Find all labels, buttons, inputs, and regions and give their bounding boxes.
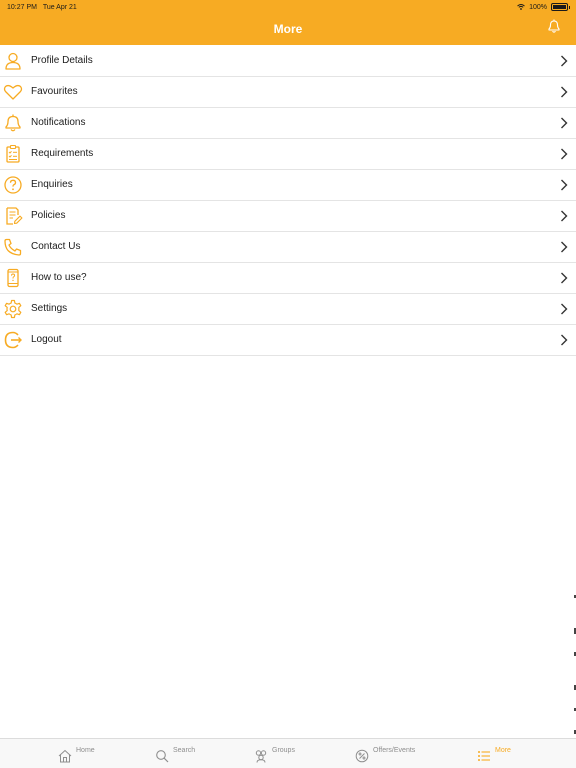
tab-more[interactable]: More [477, 739, 511, 768]
menu-item-label: Profile Details [31, 55, 93, 66]
phone-icon [4, 238, 22, 256]
offer-badge-icon [355, 749, 369, 762]
status-time: 10:27 PM Tue Apr 21 [7, 4, 77, 11]
menu-item-requirements[interactable]: Requirements [0, 139, 576, 170]
tab-label: Groups [272, 747, 295, 754]
tab-home[interactable]: Home [58, 739, 95, 768]
menu-item-label: Policies [31, 210, 66, 221]
menu-item-label: Requirements [31, 148, 94, 159]
menu-item-label: Settings [31, 303, 68, 314]
battery-tip [569, 5, 570, 9]
battery-percent: 100% [529, 3, 547, 11]
chevron-right-icon [561, 86, 568, 98]
tab-label: Search [173, 747, 196, 754]
chevron-right-icon [561, 272, 568, 284]
bell-icon [5, 114, 21, 132]
bottom-tab-bar: Home Search Groups Offers/Events More [0, 738, 576, 768]
chevron-right-icon [561, 55, 568, 67]
chevron-right-icon [561, 334, 568, 346]
notification-bell-icon[interactable] [546, 18, 562, 34]
chevron-right-icon [561, 179, 568, 191]
chevron-right-icon [561, 210, 568, 222]
status-bar: 10:27 PM Tue Apr 21 100% [0, 0, 576, 16]
navigation-header: 10:27 PM Tue Apr 21 100% More [0, 0, 576, 45]
more-menu-list: Profile Details Favourites Notifications… [0, 46, 576, 356]
menu-item-notifications[interactable]: Notifications [0, 108, 576, 139]
menu-item-favourites[interactable]: Favourites [0, 77, 576, 108]
menu-item-how-to-use[interactable]: How to use? [0, 263, 576, 294]
gear-icon [4, 299, 22, 319]
tab-label: Home [76, 747, 95, 754]
menu-item-label: Enquiries [31, 179, 73, 190]
battery-icon [551, 3, 568, 11]
status-right: 100% [517, 3, 570, 11]
menu-item-label: Notifications [31, 117, 86, 128]
user-icon [5, 52, 21, 70]
menu-item-contact-us[interactable]: Contact Us [0, 232, 576, 263]
clipboard-checklist-icon [6, 144, 20, 163]
tab-label: Offers/Events [373, 747, 416, 754]
menu-item-label: Favourites [31, 86, 78, 97]
menu-item-profile-details[interactable]: Profile Details [0, 46, 576, 77]
page-title: More [273, 22, 303, 36]
heart-icon [3, 84, 23, 100]
menu-item-settings[interactable]: Settings [0, 294, 576, 325]
mobile-help-icon [7, 268, 19, 288]
question-circle-icon [4, 176, 22, 194]
tab-groups[interactable]: Groups [254, 739, 295, 768]
list-icon [478, 750, 490, 761]
menu-item-policies[interactable]: Policies [0, 201, 576, 232]
menu-item-label: Contact Us [31, 241, 81, 252]
chevron-right-icon [561, 241, 568, 253]
logout-icon [4, 331, 22, 349]
menu-item-logout[interactable]: Logout [0, 325, 576, 356]
chevron-right-icon [561, 117, 568, 129]
tab-label: More [495, 747, 511, 754]
search-icon [156, 749, 169, 762]
home-icon [58, 749, 72, 762]
tab-search[interactable]: Search [155, 739, 195, 768]
edge-artifact [574, 595, 576, 734]
chevron-right-icon [561, 148, 568, 160]
menu-item-label: Logout [31, 334, 62, 345]
wifi-icon [517, 4, 525, 10]
groups-icon [255, 749, 267, 763]
chevron-right-icon [561, 303, 568, 315]
tab-offers-events[interactable]: Offers/Events [355, 739, 415, 768]
document-edit-icon [6, 207, 23, 225]
menu-item-label: How to use? [31, 272, 87, 283]
menu-item-enquiries[interactable]: Enquiries [0, 170, 576, 201]
